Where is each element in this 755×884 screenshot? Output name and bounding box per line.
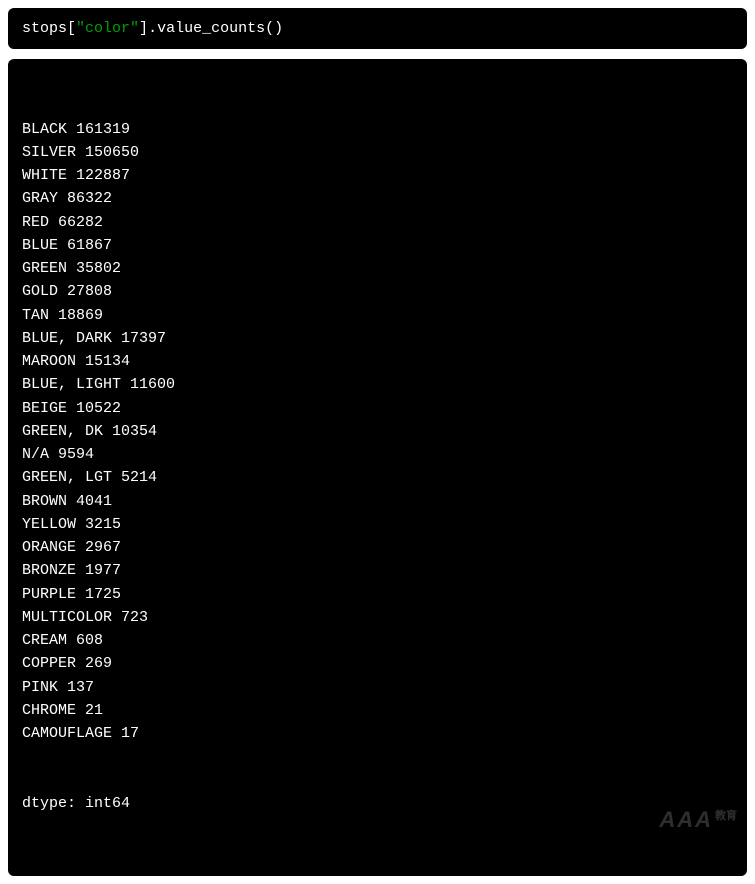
output-row: BLACK 161319	[22, 118, 733, 141]
code-line: stops["color"].value_counts()	[22, 18, 733, 39]
code-token-parens: ()	[265, 20, 283, 37]
output-row: PURPLE 1725	[22, 583, 733, 606]
output-row: WHITE 122887	[22, 164, 733, 187]
output-row: BRONZE 1977	[22, 559, 733, 582]
code-token-method: value_counts	[157, 20, 265, 37]
output-row: GREEN, LGT 5214	[22, 466, 733, 489]
output-row: MULTICOLOR 723	[22, 606, 733, 629]
output-row: MAROON 15134	[22, 350, 733, 373]
code-input-cell[interactable]: stops["color"].value_counts()	[8, 8, 747, 49]
output-row: BEIGE 10522	[22, 397, 733, 420]
output-row: PINK 137	[22, 676, 733, 699]
output-row: GOLD 27808	[22, 280, 733, 303]
code-token-string: "color"	[76, 20, 139, 37]
output-row: N/A 9594	[22, 443, 733, 466]
output-row: GREEN 35802	[22, 257, 733, 280]
watermark: AAA教育	[628, 769, 737, 871]
output-row: RED 66282	[22, 211, 733, 234]
output-row: GRAY 86322	[22, 187, 733, 210]
output-rows-container: BLACK 161319SILVER 150650WHITE 122887GRA…	[22, 118, 733, 746]
output-row: ORANGE 2967	[22, 536, 733, 559]
code-token-variable: stops	[22, 20, 67, 37]
code-token-dot: .	[148, 20, 157, 37]
output-row: BLUE, LIGHT 11600	[22, 373, 733, 396]
output-row: YELLOW 3215	[22, 513, 733, 536]
output-row: SILVER 150650	[22, 141, 733, 164]
code-token-close-bracket: ]	[139, 20, 148, 37]
output-dtype-line: dtype: int64	[22, 792, 733, 815]
output-row: BLUE, DARK 17397	[22, 327, 733, 350]
output-row: GREEN, DK 10354	[22, 420, 733, 443]
output-row: CREAM 608	[22, 629, 733, 652]
output-row: CAMOUFLAGE 17	[22, 722, 733, 745]
output-row: BLUE 61867	[22, 234, 733, 257]
output-row: TAN 18869	[22, 304, 733, 327]
code-token-open-bracket: [	[67, 20, 76, 37]
output-row: BROWN 4041	[22, 490, 733, 513]
output-row: COPPER 269	[22, 652, 733, 675]
output-row: CHROME 21	[22, 699, 733, 722]
code-output-cell: BLACK 161319SILVER 150650WHITE 122887GRA…	[8, 59, 747, 876]
